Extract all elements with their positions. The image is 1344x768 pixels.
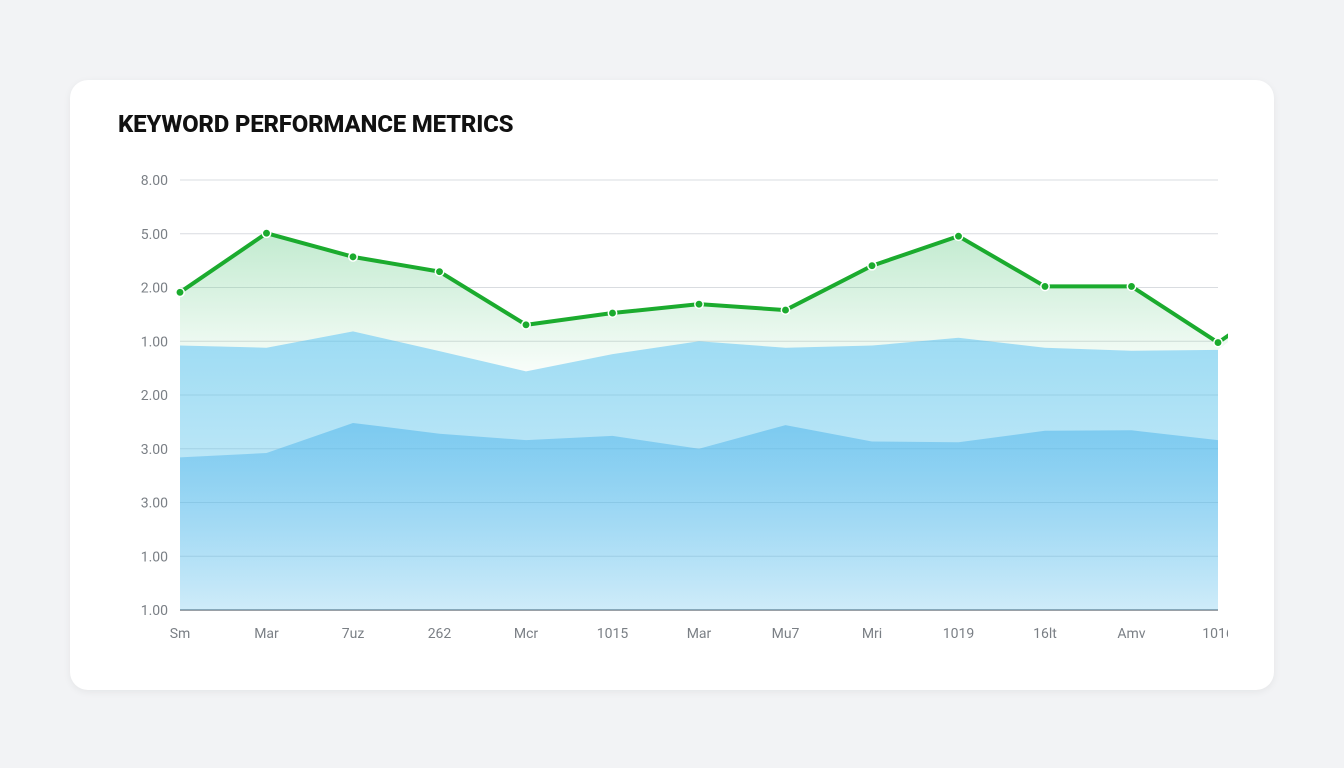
y-tick: 1.00 xyxy=(141,334,168,350)
y-tick: 5.00 xyxy=(141,227,168,243)
point xyxy=(522,321,530,329)
point xyxy=(868,262,876,270)
x-tick: 7uz xyxy=(342,626,365,642)
point xyxy=(1214,338,1222,346)
x-tick: 1016 xyxy=(1202,626,1228,642)
point xyxy=(262,229,270,237)
x-tick: Mu7 xyxy=(772,626,800,642)
x-tick: 262 xyxy=(428,626,452,642)
x-tick: Sm xyxy=(170,626,191,642)
x-tick: 16lt xyxy=(1033,626,1057,642)
x-tick: Mar xyxy=(254,626,279,642)
y-tick: 1.00 xyxy=(141,549,168,565)
x-tick: Amv xyxy=(1117,626,1145,642)
x-tick: 1019 xyxy=(943,626,974,642)
y-tick: 3.00 xyxy=(141,496,168,512)
x-tick: 1015 xyxy=(597,626,629,642)
point xyxy=(1041,282,1049,290)
y-tick: 8.00 xyxy=(141,173,168,189)
point xyxy=(1127,282,1135,290)
chart-title: KEYWORD PERFORMANCE METRICS xyxy=(118,110,513,138)
x-tick: Mcr xyxy=(514,626,539,642)
metrics-card: KEYWORD PERFORMANCE METRICS 8.00 5.00 2.00… xyxy=(70,80,1274,690)
point xyxy=(954,232,962,240)
y-tick: 3.00 xyxy=(141,442,168,458)
point xyxy=(695,300,703,308)
point xyxy=(608,309,616,317)
chart-plot: 8.005.002.001.002.003.003.001.001.00SmMa… xyxy=(118,170,1228,670)
y-tick: 2.00 xyxy=(141,281,168,297)
point xyxy=(435,267,443,275)
point xyxy=(349,253,357,261)
area-upper-blue xyxy=(180,331,1218,610)
point xyxy=(781,306,789,314)
x-tick: Mri xyxy=(862,626,882,642)
point xyxy=(176,288,184,296)
x-tick: Mar xyxy=(687,626,712,642)
y-tick: 2.00 xyxy=(141,388,168,404)
y-tick: 1.00 xyxy=(141,603,168,619)
